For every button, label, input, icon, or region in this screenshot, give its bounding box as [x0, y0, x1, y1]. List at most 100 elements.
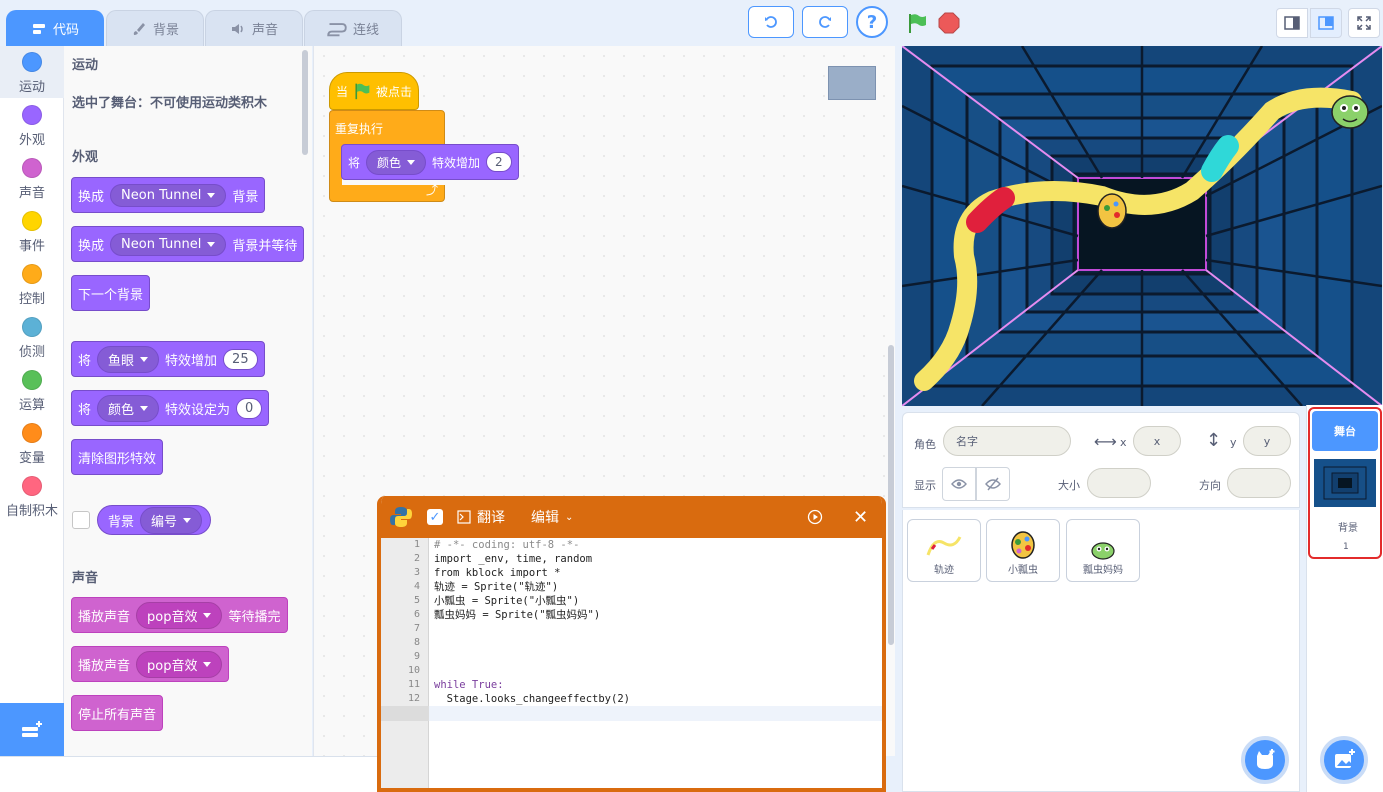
category-looks[interactable]: 外观 — [0, 99, 64, 151]
tab-backdrops[interactable]: 背景 — [106, 10, 204, 46]
code-line: while True: — [434, 679, 504, 691]
next-backdrop-block[interactable]: 下一个背景 — [71, 275, 151, 311]
python-panel: ✓ 翻译 编辑 ⌄ ✕ 1 2 3 4 5 6 7 8 9 10 11 12 1… — [377, 496, 886, 792]
stage-target-tile[interactable]: 舞台 背景 1 — [1308, 407, 1382, 559]
change-effect-block[interactable]: 将 鱼眼 特效增加 25 — [71, 341, 265, 377]
category-variables[interactable]: 变量 — [0, 417, 64, 469]
category-sensing[interactable]: 侦测 — [0, 311, 64, 363]
eye-slash-icon — [985, 477, 1001, 491]
tab-sounds[interactable]: 声音 — [205, 10, 303, 46]
speaker-icon — [231, 23, 243, 34]
category-my-blocks[interactable]: 自制积木 — [0, 470, 64, 522]
code-line: Stage.looks_changeeffectby(2) — [434, 693, 630, 705]
sprite-tile[interactable]: 轨迹 — [907, 519, 981, 582]
close-icon[interactable]: ✕ — [853, 507, 868, 528]
backdrop-dropdown[interactable]: Neon Tunnel — [110, 232, 227, 256]
python-panel-header: ✓ 翻译 编辑 ⌄ ✕ — [381, 496, 882, 538]
category-control[interactable]: 控制 — [0, 258, 64, 310]
active-line-gutter — [381, 706, 429, 721]
horizontal-arrows-icon: ⟷ — [1094, 432, 1117, 451]
when-flag-clicked-block[interactable]: 当 被点击 — [329, 72, 419, 110]
motion-stage-note: 选中了舞台：不可使用运动类积木 — [72, 96, 268, 111]
block-text: 将 — [78, 353, 92, 369]
script-minimap[interactable] — [828, 66, 876, 100]
tab-backdrops-label: 背景 — [152, 23, 179, 38]
undo-icon — [765, 16, 777, 28]
translate-button[interactable]: 翻译 — [457, 507, 505, 527]
size-input[interactable] — [1087, 468, 1151, 498]
stop-button[interactable] — [938, 12, 960, 38]
switch-backdrop-block[interactable]: 换成 Neon Tunnel 背景 — [71, 177, 266, 213]
large-stage-button[interactable] — [1310, 8, 1342, 38]
clear-effects-block[interactable]: 清除图形特效 — [71, 439, 164, 475]
sound-dropdown[interactable]: pop音效 — [136, 650, 223, 678]
line-number: 5 — [413, 595, 420, 606]
effect-value-input[interactable]: 0 — [236, 397, 263, 419]
direction-input[interactable] — [1227, 468, 1291, 498]
category-label: 外观 — [18, 133, 45, 148]
control-dot-icon — [22, 264, 42, 284]
effect-amount-input[interactable]: 25 — [223, 348, 258, 370]
active-line-highlight — [429, 706, 882, 721]
redo-button[interactable] — [802, 6, 848, 38]
help-button[interactable]: ? — [856, 6, 888, 38]
category-sound[interactable]: 声音 — [0, 152, 64, 204]
edit-menu[interactable]: 编辑 ⌄ — [531, 507, 573, 527]
set-effect-block[interactable]: 将 颜色 特效设定为 0 — [71, 390, 270, 426]
effect-dropdown[interactable]: 鱼眼 — [97, 345, 160, 373]
sprite-tile[interactable]: 瓢虫妈妈 — [1066, 519, 1140, 582]
fullscreen-icon — [1357, 16, 1371, 30]
backdrop-dropdown[interactable]: Neon Tunnel — [110, 183, 227, 207]
backdrop-reporter-checkbox[interactable] — [72, 511, 90, 529]
line-number: 6 — [413, 609, 420, 620]
block-text: 等待播完 — [228, 609, 281, 625]
small-stage-button[interactable] — [1276, 8, 1308, 38]
effect-dropdown[interactable]: 颜色 — [97, 394, 160, 422]
sound-dropdown[interactable]: pop音效 — [136, 601, 223, 629]
block-text: 特效设定为 — [165, 402, 231, 418]
show-sprite-button[interactable] — [942, 467, 976, 501]
category-motion[interactable]: 运动 — [0, 46, 64, 98]
sprite-tile[interactable]: 小瓢虫 — [986, 519, 1060, 582]
dropdown-value: 颜色 — [377, 155, 402, 170]
effect-amount-input[interactable]: 2 — [486, 152, 512, 172]
stage-title: 舞台 — [1312, 411, 1378, 451]
stage-canvas[interactable] — [902, 46, 1382, 406]
category-label: 事件 — [18, 239, 45, 254]
stop-icon — [938, 12, 960, 34]
edit-label: 编辑 — [531, 510, 559, 526]
change-color-effect-block[interactable]: 将 颜色 特效增加 2 — [341, 144, 519, 180]
category-operators[interactable]: 运算 — [0, 364, 64, 416]
block-text: 当 — [336, 84, 349, 99]
stop-all-sounds-block[interactable]: 停止所有声音 — [71, 695, 164, 731]
x-input[interactable]: x — [1133, 426, 1181, 456]
block-text: 被点击 — [376, 84, 413, 99]
reporter-dropdown[interactable]: 编号 — [140, 506, 203, 534]
add-sprite-button[interactable] — [1241, 736, 1289, 784]
switch-backdrop-wait-block[interactable]: 换成 Neon Tunnel 背景并等待 — [71, 226, 305, 262]
tab-code[interactable]: 代码 — [6, 10, 104, 46]
tab-wiring[interactable]: 连线 — [304, 10, 402, 46]
script-scrollbar[interactable] — [888, 345, 894, 645]
sprite-name-input[interactable]: 名字 — [943, 426, 1071, 456]
add-extension-button[interactable] — [0, 703, 64, 756]
green-flag-button[interactable] — [906, 12, 928, 38]
python-sync-checkbox[interactable]: ✓ — [427, 509, 443, 525]
wire-icon — [327, 22, 347, 36]
block-text: 下一个背景 — [78, 287, 144, 303]
add-backdrop-button[interactable] — [1320, 736, 1368, 784]
play-sound-until-done-block[interactable]: 播放声音 pop音效 等待播完 — [71, 597, 288, 633]
fullscreen-button[interactable] — [1348, 8, 1380, 38]
backdrop-number-reporter[interactable]: 背景 编号 — [97, 505, 212, 535]
palette-scrollbar[interactable] — [302, 50, 308, 155]
y-input[interactable]: y — [1243, 426, 1291, 456]
start-sound-block[interactable]: 播放声音 pop音效 — [71, 646, 230, 682]
extension-icon — [22, 720, 42, 737]
effect-dropdown[interactable]: 颜色 — [366, 149, 427, 175]
run-button[interactable] — [807, 509, 823, 525]
code-icon — [32, 23, 45, 34]
direction-label: 方向 — [1199, 479, 1221, 492]
category-events[interactable]: 事件 — [0, 205, 64, 257]
undo-button[interactable] — [748, 6, 794, 38]
hide-sprite-button[interactable] — [976, 467, 1010, 501]
